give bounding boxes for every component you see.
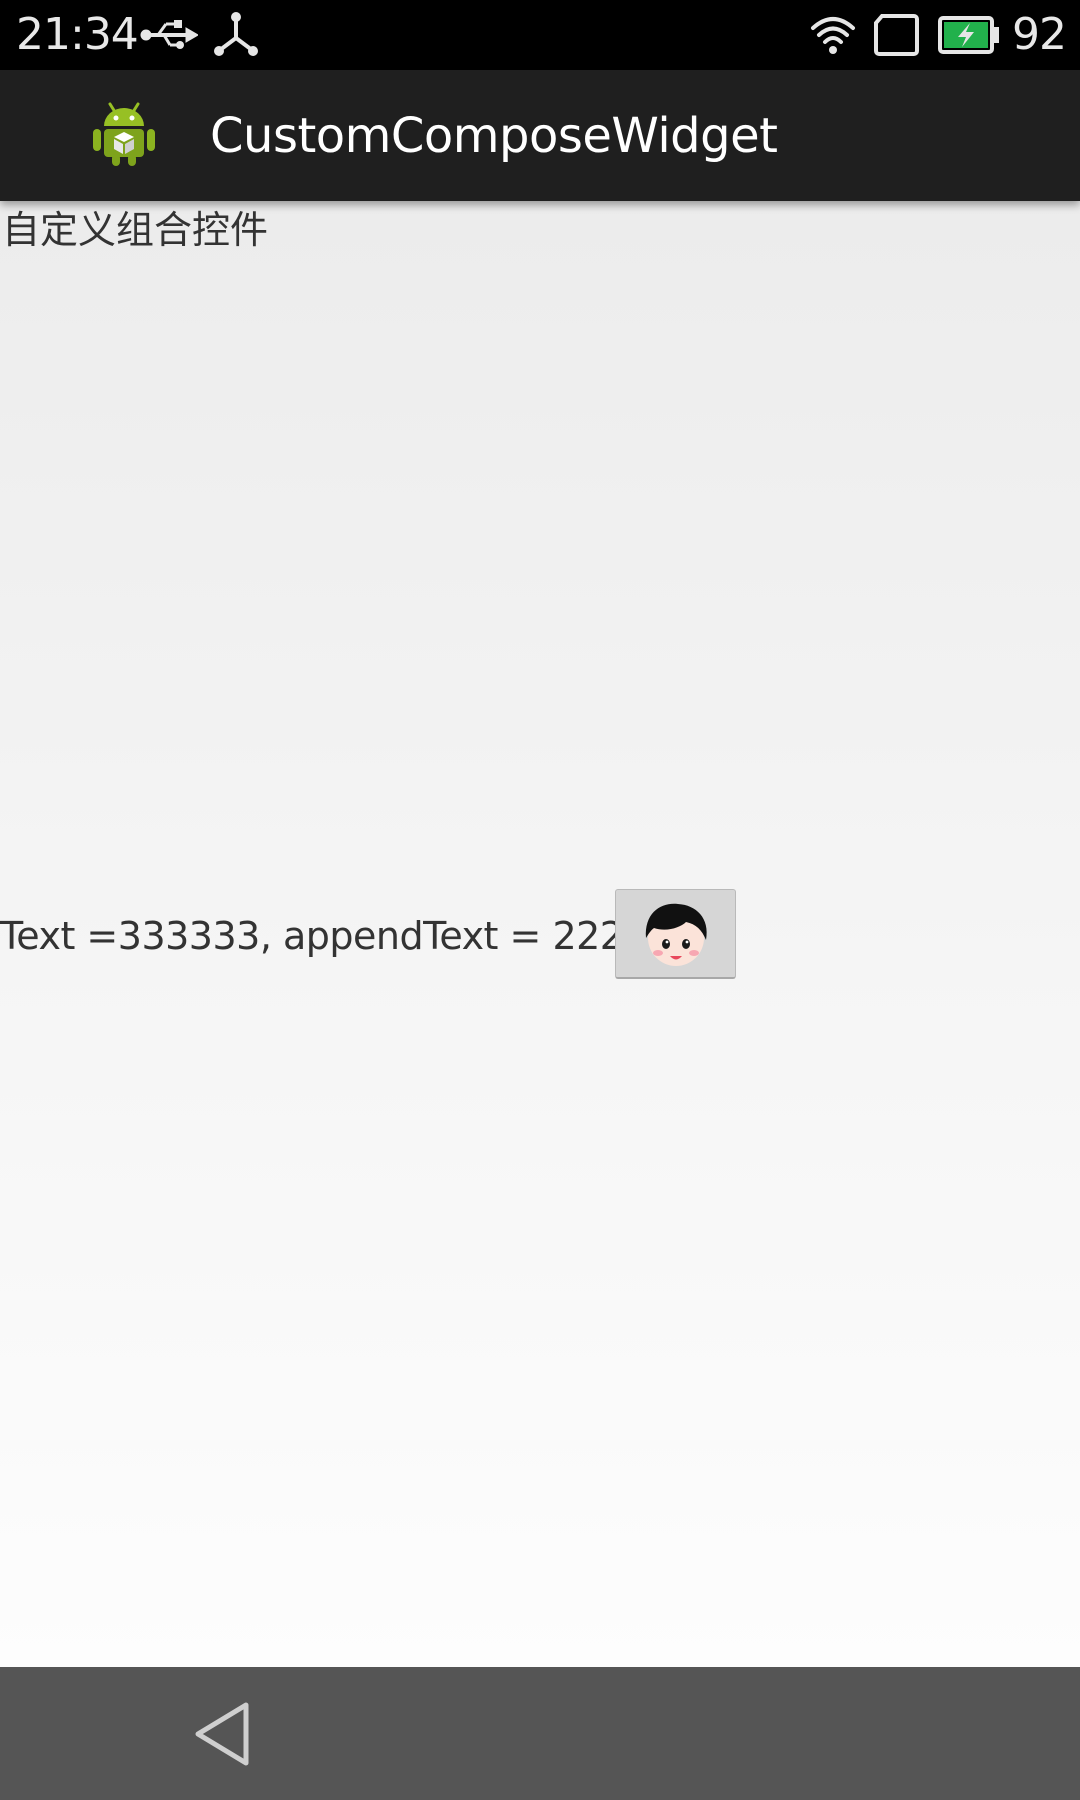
heading-text: 自定义组合控件: [2, 208, 269, 252]
back-icon[interactable]: [190, 1701, 256, 1767]
status-time: 21:34: [16, 9, 139, 60]
android-icon[interactable]: [88, 98, 160, 170]
main-content: 自定义组合控件 Text =333333, appendText = 22222: [0, 201, 1080, 1667]
status-bar: 21:34 92: [0, 0, 1080, 70]
compose-text: Text =333333, appendText = 22222: [0, 914, 671, 958]
custom-compose-widget: Text =333333, appendText = 22222: [0, 889, 1080, 981]
navigation-bar: [0, 1667, 1080, 1800]
avatar-image-button[interactable]: [615, 889, 736, 979]
cartoon-face-icon: [645, 903, 707, 966]
battery-level-text: 92: [1012, 9, 1067, 60]
action-bar: CustomComposeWidget: [0, 70, 1080, 201]
sim-card-icon: [874, 14, 919, 56]
wifi-icon: [811, 17, 855, 54]
usb-debug-icon: [214, 12, 258, 56]
app-title: CustomComposeWidget: [210, 108, 778, 164]
usb-icon: [140, 20, 198, 49]
battery-charging-icon: [938, 16, 999, 54]
